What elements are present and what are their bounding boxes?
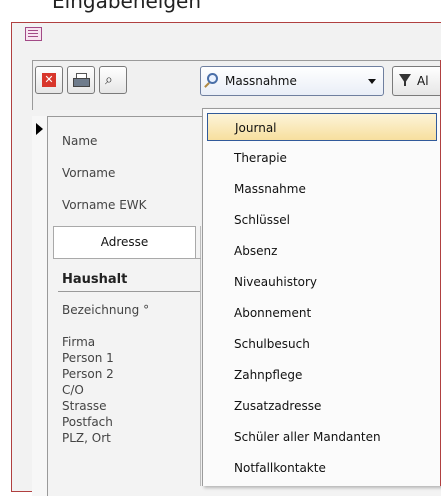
magnifier-icon <box>207 73 218 84</box>
combo-value: Massnahme <box>225 74 297 88</box>
print-icon <box>73 73 90 87</box>
dropdown-item-schulbesuch[interactable]: Schulbesuch <box>207 330 437 358</box>
label-person-2: Person 2 <box>62 367 114 381</box>
label-name: Name <box>62 134 98 148</box>
dropdown-item-abonnement[interactable]: Abonnement <box>207 299 437 327</box>
dropdown-item-schluessel[interactable]: Schlüssel <box>207 206 437 234</box>
close-icon: ✕ <box>42 73 56 87</box>
dropdown-item-journal[interactable]: Journal <box>207 113 437 141</box>
label-bezeichnung: Bezeichnung ° <box>62 303 150 317</box>
dropdown-item-notfallkontakte[interactable]: Notfallkontakte <box>207 454 437 482</box>
tab-divider <box>53 258 201 259</box>
tab-adresse[interactable]: Adresse <box>53 226 196 258</box>
label-firma: Firma <box>62 335 96 349</box>
record-type-dropdown-list: Journal Therapie Massnahme Schlüssel Abs… <box>202 108 441 486</box>
dropdown-item-niveauhistory[interactable]: Niveauhistory <box>207 268 437 296</box>
filter-button-label: Al <box>417 74 429 88</box>
label-postfach: Postfach <box>62 415 113 429</box>
close-button[interactable]: ✕ <box>35 66 63 94</box>
find-button[interactable]: ⌕ <box>99 66 127 94</box>
label-co: C/O <box>62 383 84 397</box>
label-plz-ort: PLZ, Ort <box>62 431 111 445</box>
label-vorname-ewk: Vorname EWK <box>62 198 147 212</box>
dropdown-item-therapie[interactable]: Therapie <box>207 144 437 172</box>
label-strasse: Strasse <box>62 399 107 413</box>
dropdown-item-absenz[interactable]: Absenz <box>207 237 437 265</box>
record-type-combo[interactable]: Massnahme <box>200 66 384 96</box>
dropdown-item-zusatzadresse[interactable]: Zusatzadresse <box>207 392 437 420</box>
cropped-header: Eingabeneigen <box>0 0 441 18</box>
tab-adresse-label: Adresse <box>100 235 149 249</box>
form-icon <box>25 27 42 41</box>
print-button[interactable] <box>67 66 95 94</box>
label-vorname: Vorname <box>62 166 116 180</box>
label-person-1: Person 1 <box>62 351 114 365</box>
section-title-haushalt: Haushalt <box>62 272 128 287</box>
filter-button[interactable]: Al <box>392 66 441 96</box>
section-divider <box>58 291 200 292</box>
record-selector[interactable] <box>32 116 48 496</box>
filter-icon <box>399 74 411 86</box>
dropdown-item-schueler-aller-mandanten[interactable]: Schüler aller Mandanten <box>207 423 437 451</box>
dropdown-item-massnahme[interactable]: Massnahme <box>207 175 437 203</box>
dropdown-item-zahnpflege[interactable]: Zahnpflege <box>207 361 437 389</box>
current-record-icon <box>36 123 43 135</box>
find-icon: ⌕ <box>105 72 113 88</box>
cropped-header-text: Eingabeneigen <box>52 0 202 13</box>
dropdown-arrow-icon[interactable] <box>368 79 376 84</box>
